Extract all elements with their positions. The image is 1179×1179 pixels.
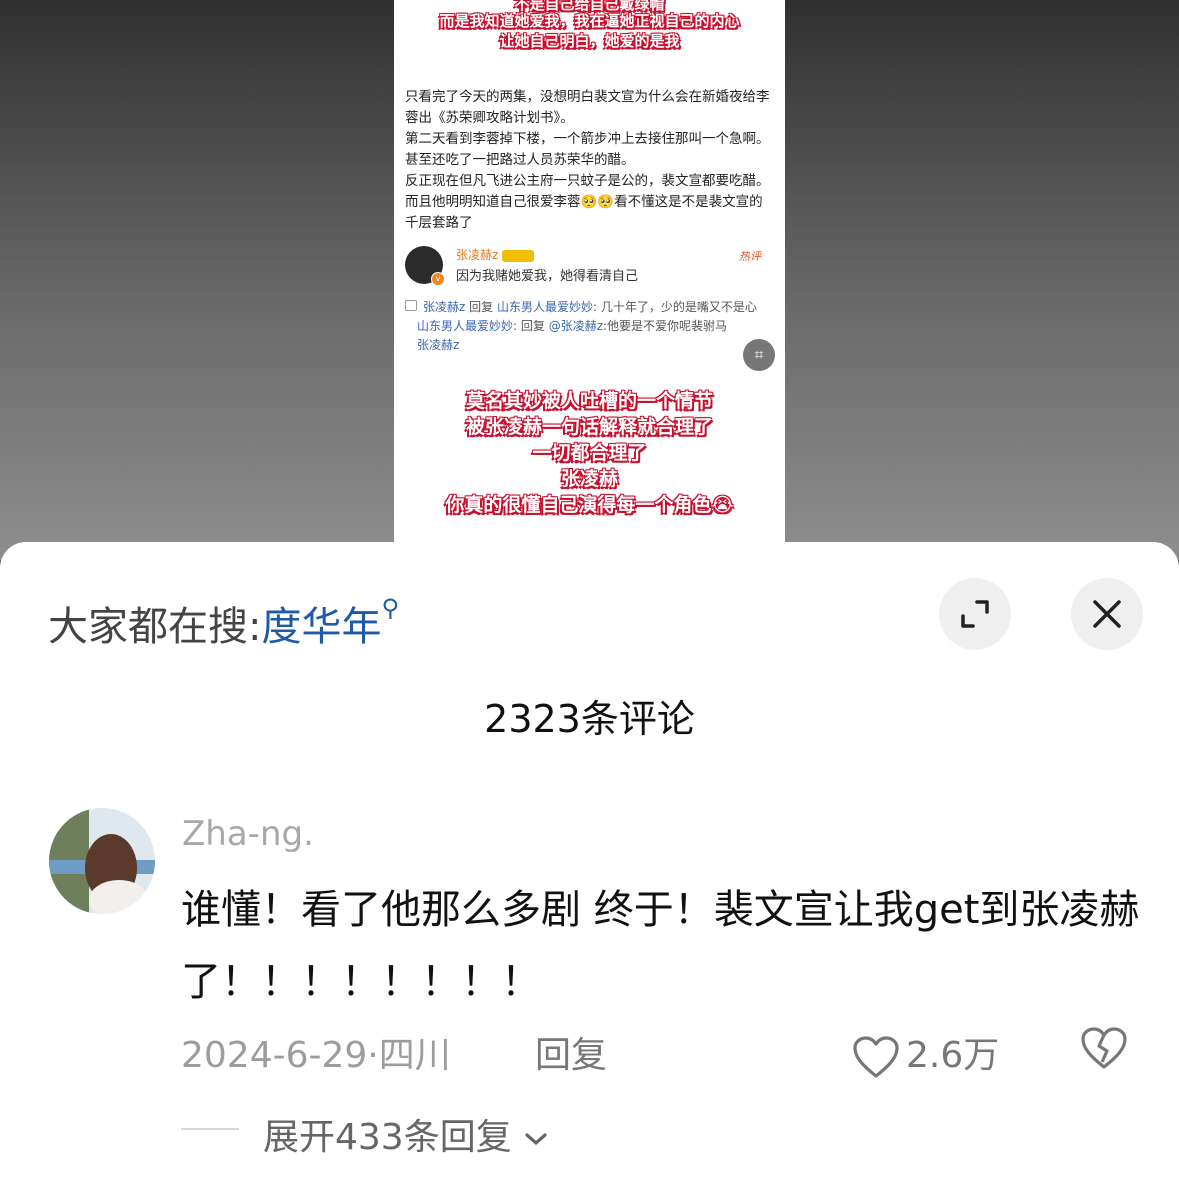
caption-top-line: 而是我知道她爱我，我在逼她正视自己的内心 xyxy=(439,12,740,30)
trending-search[interactable]: 大家都在搜:度华年⚲ xyxy=(48,594,399,652)
search-keyword[interactable]: 度华年 xyxy=(261,604,381,650)
embedded-username: 张凌赫z xyxy=(456,246,535,263)
avatar-image xyxy=(49,808,155,914)
expand-replies-button[interactable]: 展开433条回复 xyxy=(263,1108,549,1160)
post-paragraph: 只看完了今天的两集，没想明白裴文宣为什么会在新婚夜给李蓉出《苏荣卿攻略计划书》。 xyxy=(405,89,770,126)
caption-top-line: 让她自己明白，她爱的是我 xyxy=(499,32,680,50)
embedded-reply: 山东男人最爱妙妙: 回复 @张凌赫z:他要是不爱你呢裴驸马 张凌赫z xyxy=(417,319,728,352)
close-icon xyxy=(1093,600,1121,628)
like-count: 2.6万 xyxy=(906,1035,1000,1076)
caption-bottom-line: 张凌赫 xyxy=(560,468,618,490)
heart-icon xyxy=(853,1036,899,1078)
caption-bottom-line: 被张凌赫一句话解释就合理了 xyxy=(465,416,713,438)
embedded-reply: 张凌赫z 回复 山东男人最爱妙妙: 几十年了，少的是嘴又不是心 xyxy=(405,298,775,317)
reply-button[interactable]: 回复 xyxy=(535,1026,607,1078)
embedded-replies: 张凌赫z 回复 山东男人最爱妙妙: 几十年了，少的是嘴又不是心 山东男人最爱妙妙… xyxy=(405,298,775,355)
caption-bottom-line: 莫名其妙被人吐槽的一个情节 xyxy=(465,390,713,412)
post-paragraph: 第二天看到李蓉掉下楼，一个箭步冲上去接住那叫一个急啊。甚至还吃了一把路过人员苏荣… xyxy=(405,131,770,168)
level-badge-icon xyxy=(502,249,535,262)
comment-icon xyxy=(405,300,417,311)
broken-heart-icon xyxy=(1081,1027,1127,1069)
post-screenshot: 不是自己给自己戴绿帽 而是我知道她爱我，我在逼她正视自己的内心 让她自己明白，她… xyxy=(394,0,785,548)
embedded-comment: v 张凌赫z 因为我赌她爱我，她得看清自己 热评 xyxy=(405,244,775,286)
comment-count: 2323条评论 xyxy=(484,697,695,741)
comment-text: 谁懂！看了他那么多剧 终于！裴文宣让我get到张凌赫了！！！！！！！！ xyxy=(181,887,1140,1005)
caption-bottom-line: 一切都合理了 xyxy=(532,442,647,464)
reply-divider xyxy=(181,1128,239,1130)
scan-icon[interactable]: ⌗ xyxy=(743,339,775,371)
caption-bottom-line: 你真的很懂自己演得每一个角色😭 xyxy=(445,494,734,516)
like-button[interactable]: 2.6万 xyxy=(852,1026,999,1079)
search-icon: ⚲ xyxy=(381,594,400,622)
verified-icon: v xyxy=(431,272,445,286)
avatar[interactable] xyxy=(49,808,155,914)
search-prefix: 大家都在搜: xyxy=(48,604,262,650)
comment-username[interactable]: Zha-ng. xyxy=(182,814,314,854)
expand-icon xyxy=(961,600,989,628)
hot-tag: 热评 xyxy=(739,250,761,263)
chevron-down-icon xyxy=(525,1133,547,1145)
dislike-button[interactable] xyxy=(1080,1026,1128,1074)
comment-date-location: 2024-6-29·四川 xyxy=(181,1035,451,1076)
post-paragraph: 反正现在但凡飞进公主府一只蚊子是公的，裴文宣都要吃醋。而且他明明知道自己很爱李蓉… xyxy=(405,173,770,231)
expand-replies-label: 展开433条回复 xyxy=(263,1117,512,1158)
caption-bottom: 莫名其妙被人吐槽的一个情节 被张凌赫一句话解释就合理了 一切都合理了 张凌赫 你… xyxy=(394,388,785,518)
embedded-avatar: v xyxy=(405,246,445,286)
expand-button[interactable] xyxy=(939,578,1011,650)
embedded-comment-text: 因为我赌她爱我，她得看清自己 xyxy=(456,269,639,284)
comment-sheet: 大家都在搜:度华年⚲ 2323条评论 Zha-ng. 谁懂！看了他那么多剧 终于… xyxy=(0,542,1179,1179)
post-text: 只看完了今天的两集，没想明白裴文宣为什么会在新婚夜给李蓉出《苏荣卿攻略计划书》。… xyxy=(405,87,775,234)
close-button[interactable] xyxy=(1071,578,1143,650)
